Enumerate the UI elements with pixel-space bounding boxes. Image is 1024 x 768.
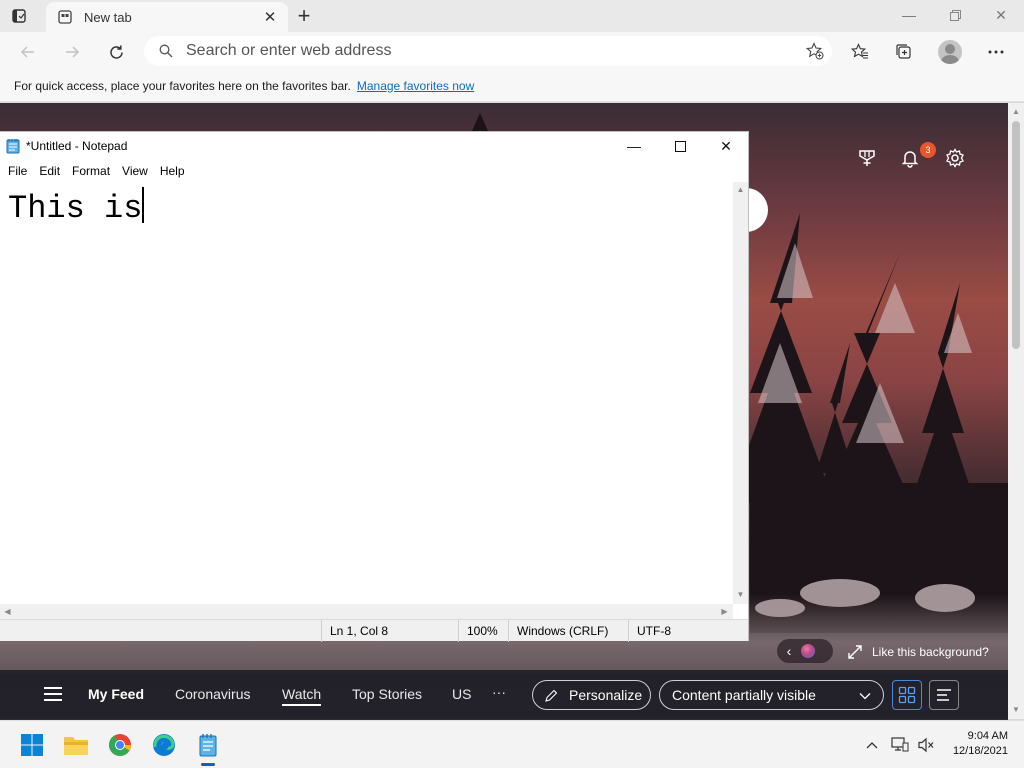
notepad-scroll-down-icon[interactable]: ▼ [736,590,745,599]
notepad-app-icon [6,138,20,154]
feed-tab-watch[interactable]: Watch [282,686,322,706]
new-tab-button[interactable]: + [294,3,314,28]
expand-icon [846,643,864,661]
like-background-prompt[interactable]: Like this background? [846,641,989,663]
background-image-navigator: ‹ [777,639,833,663]
notepad-text-area[interactable]: This is [0,182,733,604]
refresh-icon[interactable] [104,40,128,64]
browser-close-button[interactable]: ✕ [978,4,1024,26]
status-encoding: UTF-8 [628,620,736,642]
notepad-close-button[interactable]: ✕ [703,132,749,160]
tab-new-tab[interactable]: New tab ✕ [46,2,288,32]
feed-menu-icon[interactable] [44,687,62,703]
scroll-up-icon[interactable]: ▲ [1011,107,1021,117]
clock-date: 12/18/2021 [952,745,1008,757]
notepad-vertical-scrollbar[interactable]: ▲ ▼ [733,182,748,604]
like-background-label: Like this background? [872,645,989,659]
text-caret [142,187,144,223]
background-provider-icon[interactable] [801,644,815,658]
volume-muted-icon[interactable] [916,735,936,755]
search-icon [158,43,174,59]
forward-icon[interactable] [60,40,84,64]
grid-view-icon[interactable] [892,680,922,710]
personalize-label: Personalize [569,687,643,703]
notepad-text-content: This is [8,190,143,227]
notepad-menu-bar: File Edit Format View Help [0,160,748,182]
status-zoom: 100% [458,620,508,642]
address-bar[interactable] [144,36,832,66]
feed-more-icon[interactable]: ··· [492,684,506,700]
clock-time: 9:04 AM [967,730,1008,742]
notification-count-badge: 3 [920,142,936,158]
menu-help[interactable]: Help [156,164,189,178]
network-icon[interactable] [890,735,910,755]
feed-tab-my-feed[interactable]: My Feed [88,686,144,702]
notepad-scroll-up-icon[interactable]: ▲ [736,185,745,194]
file-explorer-icon[interactable] [60,729,92,761]
menu-view[interactable]: View [118,164,152,178]
windows-taskbar: 9:04 AM 12/18/2021 [0,720,1024,768]
notepad-scroll-right-icon[interactable]: ▶ [720,607,729,616]
chrome-icon[interactable] [104,729,136,761]
menu-file[interactable]: File [4,164,31,178]
browser-restore-button[interactable] [932,4,978,26]
scroll-down-icon[interactable]: ▼ [1011,705,1021,715]
favorites-bar: For quick access, place your favorites h… [0,70,1024,102]
notepad-minimize-button[interactable]: — [611,132,657,160]
rewards-icon[interactable] [855,146,879,170]
notepad-scroll-left-icon[interactable]: ◀ [3,607,12,616]
start-icon[interactable] [16,729,48,761]
feed-tab-us[interactable]: US [452,686,471,702]
content-visibility-label: Content partially visible [672,687,816,703]
notifications-bell-icon[interactable] [898,146,922,170]
collections-icon[interactable] [892,40,916,64]
system-clock[interactable]: 9:04 AM 12/18/2021 [948,729,1008,759]
chevron-down-icon [859,689,871,705]
notepad-text-line: This is [8,187,144,227]
tab-actions-icon[interactable] [10,7,28,25]
status-line-endings: Windows (CRLF) [508,620,628,642]
notepad-status-bar: Ln 1, Col 8 100% Windows (CRLF) UTF-8 [0,619,748,642]
notepad-maximize-button[interactable] [657,132,703,160]
list-view-icon[interactable] [929,680,959,710]
add-favorite-icon[interactable] [806,42,824,60]
manage-favorites-link[interactable]: Manage favorites now [357,79,474,93]
notepad-window-title: *Untitled - Notepad [26,139,128,153]
personalize-button[interactable]: Personalize [532,680,651,710]
new-tab-favicon-icon [58,10,72,24]
tab-close-icon[interactable]: ✕ [262,9,278,26]
feed-tab-coronavirus[interactable]: Coronavirus [175,686,250,702]
back-icon[interactable] [16,40,40,64]
favorites-icon[interactable] [848,40,872,64]
page-scrollbar-thumb[interactable] [1012,121,1020,349]
browser-toolbar [0,32,1024,70]
address-input[interactable] [186,42,746,60]
browser-tab-strip: New tab ✕ + — ✕ [0,0,1024,32]
show-hidden-icons-chevron-icon[interactable] [862,735,882,755]
pencil-icon [545,688,559,702]
previous-background-icon[interactable]: ‹ [777,639,801,663]
feed-tab-top-stories[interactable]: Top Stories [352,686,422,702]
tab-title: New tab [84,9,132,25]
favorites-bar-message: For quick access, place your favorites h… [14,78,351,93]
menu-edit[interactable]: Edit [35,164,64,178]
notepad-window: *Untitled - Notepad — ✕ File Edit Format… [0,131,749,642]
notepad-horizontal-scrollbar[interactable]: ◀ ▶ [0,604,733,619]
profile-avatar[interactable] [938,40,962,64]
browser-minimize-button[interactable]: — [886,4,932,26]
content-visibility-dropdown[interactable]: Content partially visible [659,680,884,710]
menu-format[interactable]: Format [68,164,114,178]
news-feed-bar: My Feed Coronavirus Watch Top Stories US… [0,670,1008,720]
edge-icon[interactable] [148,729,180,761]
page-settings-gear-icon[interactable] [943,146,967,170]
notepad-icon[interactable] [192,729,224,766]
more-options-icon[interactable] [984,40,1008,64]
page-scrollbar[interactable]: ▲ ▼ [1008,103,1024,719]
status-cursor-position: Ln 1, Col 8 [321,620,458,642]
